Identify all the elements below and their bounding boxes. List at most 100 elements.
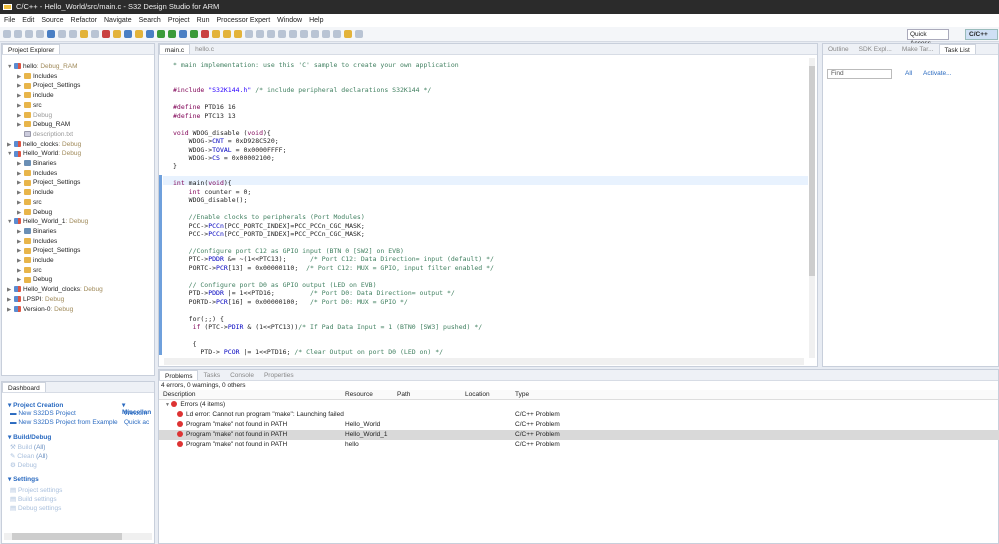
code-line[interactable]: void WDOG_disable (void){ — [173, 129, 271, 138]
toolbar-icon-6[interactable] — [69, 30, 77, 38]
toolbar-icon-18[interactable] — [201, 30, 209, 38]
project-settings-link[interactable]: ▤ Project settings — [10, 486, 62, 494]
column-header-resource[interactable]: Resource — [345, 390, 373, 400]
toolbar-icon-22[interactable] — [245, 30, 253, 38]
column-header-location[interactable]: Location — [465, 390, 490, 400]
toolbar-icon-28[interactable] — [311, 30, 319, 38]
problem-row[interactable]: Ld error: Cannot run program "make": Lau… — [159, 410, 999, 420]
toolbar-icon-15[interactable] — [168, 30, 176, 38]
column-header-path[interactable]: Path — [397, 390, 410, 400]
collapsed-arrow-icon[interactable]: ▶ — [17, 227, 24, 237]
collapsed-arrow-icon[interactable]: ▶ — [17, 237, 24, 247]
vertical-scrollbar[interactable] — [809, 58, 815, 358]
error-group-row[interactable]: ▼ Errors (4 items) — [159, 400, 999, 410]
collapsed-arrow-icon[interactable]: ▶ — [7, 295, 14, 305]
collapsed-arrow-icon[interactable]: ▶ — [7, 140, 14, 150]
tree-item[interactable]: ▶Debug — [2, 111, 52, 121]
perspective-cpp-button[interactable]: C/C++ — [965, 29, 998, 40]
tree-item[interactable]: ▶Includes — [2, 72, 57, 82]
tab-console[interactable]: Console — [225, 370, 259, 380]
tab-sdk-expl-[interactable]: SDK Expl... — [854, 44, 897, 54]
collapsed-arrow-icon[interactable]: ▶ — [17, 72, 24, 82]
toolbar-icon-7[interactable] — [80, 30, 88, 38]
toolbar-icon-30[interactable] — [333, 30, 341, 38]
code-line[interactable]: #define PTC13 13 — [173, 112, 236, 121]
tree-item[interactable]: ▶include — [2, 188, 54, 198]
tree-item[interactable]: ▼hello: Debug_RAM — [2, 62, 78, 72]
code-line[interactable]: PCC->PCCn[PCC_PORTD_INDEX]=PCC_PCCn_CGC_… — [173, 230, 365, 239]
toolbar-icon-2[interactable] — [25, 30, 33, 38]
build-all-link[interactable]: ⚒ Build (All) — [10, 443, 45, 451]
new-s32ds-project-link[interactable]: ▬ New S32DS Project — [10, 410, 76, 417]
expanded-arrow-icon[interactable]: ▼ — [7, 149, 14, 159]
code-line[interactable]: #include "S32K144.h" /* include peripher… — [173, 86, 431, 95]
collapsed-arrow-icon[interactable]: ▶ — [7, 285, 14, 295]
collapsed-arrow-icon[interactable]: ▶ — [17, 81, 24, 91]
toolbar-icon-26[interactable] — [289, 30, 297, 38]
clean-all-link[interactable]: ✎ Clean (All) — [10, 452, 48, 460]
collapsed-arrow-icon[interactable]: ▶ — [17, 120, 24, 130]
code-line[interactable]: { — [173, 340, 196, 349]
toolbar-icon-19[interactable] — [212, 30, 220, 38]
menu-processor-expert[interactable]: Processor Expert — [216, 14, 270, 27]
toolbar-icon-11[interactable] — [124, 30, 132, 38]
code-line[interactable]: PTD-> PCOR |= 1<<PTD16; /* Clear Output … — [173, 348, 443, 357]
toolbar-icon-0[interactable] — [3, 30, 11, 38]
collapsed-arrow-icon[interactable]: ▶ — [7, 305, 14, 315]
collapsed-arrow-icon[interactable]: ▶ — [17, 208, 24, 218]
toolbar-icon-20[interactable] — [223, 30, 231, 38]
tree-item[interactable]: ▶Version-0: Debug — [2, 305, 73, 315]
tree-item[interactable]: ▶Debug — [2, 208, 52, 218]
all-link[interactable]: All — [905, 70, 912, 77]
code-line[interactable]: int main(void){ — [173, 179, 232, 188]
debug-settings-link[interactable]: ▤ Debug settings — [10, 504, 61, 512]
tab-problems[interactable]: Problems — [159, 370, 198, 380]
toolbar-icon-5[interactable] — [58, 30, 66, 38]
expanded-arrow-icon[interactable]: ▼ — [7, 62, 14, 72]
toolbar-icon-27[interactable] — [300, 30, 308, 38]
menu-file[interactable]: File — [4, 14, 15, 27]
collapsed-arrow-icon[interactable]: ▶ — [17, 159, 24, 169]
find-input[interactable]: Find — [827, 69, 892, 79]
tree-item[interactable]: ▶Debug — [2, 275, 52, 285]
menu-refactor[interactable]: Refactor — [71, 14, 97, 27]
quick-access-link[interactable]: Quick ac — [124, 419, 149, 426]
tree-item[interactable]: ▶hello_clocks: Debug — [2, 140, 81, 150]
code-line[interactable]: WDOG->CNT = 0xD928C520; — [173, 137, 279, 146]
menu-source[interactable]: Source — [41, 14, 63, 27]
tree-item[interactable]: ▶include — [2, 256, 54, 266]
tree-item[interactable]: ▶Includes — [2, 237, 57, 247]
tree-item[interactable]: ▶Hello_World_clocks: Debug — [2, 285, 103, 295]
toolbar-icon-23[interactable] — [256, 30, 264, 38]
collapsed-arrow-icon[interactable]: ▶ — [17, 275, 24, 285]
debug-link[interactable]: ⚙ Debug — [10, 461, 37, 469]
error-group[interactable]: ▼ Errors (4 items) — [165, 400, 225, 410]
toolbar-icon-31[interactable] — [344, 30, 352, 38]
toolbar-icon-32[interactable] — [355, 30, 363, 38]
toolbar-icon-24[interactable] — [267, 30, 275, 38]
toolbar-icon-4[interactable] — [47, 30, 55, 38]
tree-item[interactable]: ▶Project_Settings — [2, 178, 80, 188]
code-line[interactable]: PORTC->PCR[13] = 0x00000110; /* Port C12… — [173, 264, 494, 273]
new-project-from-example-link[interactable]: ▬ New S32DS Project from Example — [10, 419, 118, 426]
code-line[interactable]: PTD->PDDR |= 1<<PTD16; /* Port D0: Data … — [173, 289, 455, 298]
problem-row[interactable]: Program "make" not found in PATHhelloC/C… — [159, 440, 999, 450]
tree-item[interactable]: ▼Hello_World_1: Debug — [2, 217, 88, 227]
menu-navigate[interactable]: Navigate — [104, 14, 132, 27]
code-line[interactable]: WDOG->CS = 0x00002100; — [173, 154, 275, 163]
menu-project[interactable]: Project — [168, 14, 190, 27]
menu-search[interactable]: Search — [139, 14, 161, 27]
toolbar-icon-16[interactable] — [179, 30, 187, 38]
tree-item[interactable]: ▶src — [2, 198, 42, 208]
project-creation-heading[interactable]: ▾ Project Creation — [8, 401, 63, 409]
toolbar-icon-14[interactable] — [157, 30, 165, 38]
tab-tasks[interactable]: Tasks — [198, 370, 225, 380]
tree-item[interactable]: ▶Project_Settings — [2, 81, 80, 91]
collapsed-arrow-icon[interactable]: ▶ — [17, 246, 24, 256]
code-line[interactable]: int counter = 0; — [173, 188, 251, 197]
toolbar-icon-13[interactable] — [146, 30, 154, 38]
toolbar-icon-25[interactable] — [278, 30, 286, 38]
toolbar-icon-29[interactable] — [322, 30, 330, 38]
welcome-link[interactable]: Welcom — [124, 410, 147, 417]
toolbar-icon-1[interactable] — [14, 30, 22, 38]
